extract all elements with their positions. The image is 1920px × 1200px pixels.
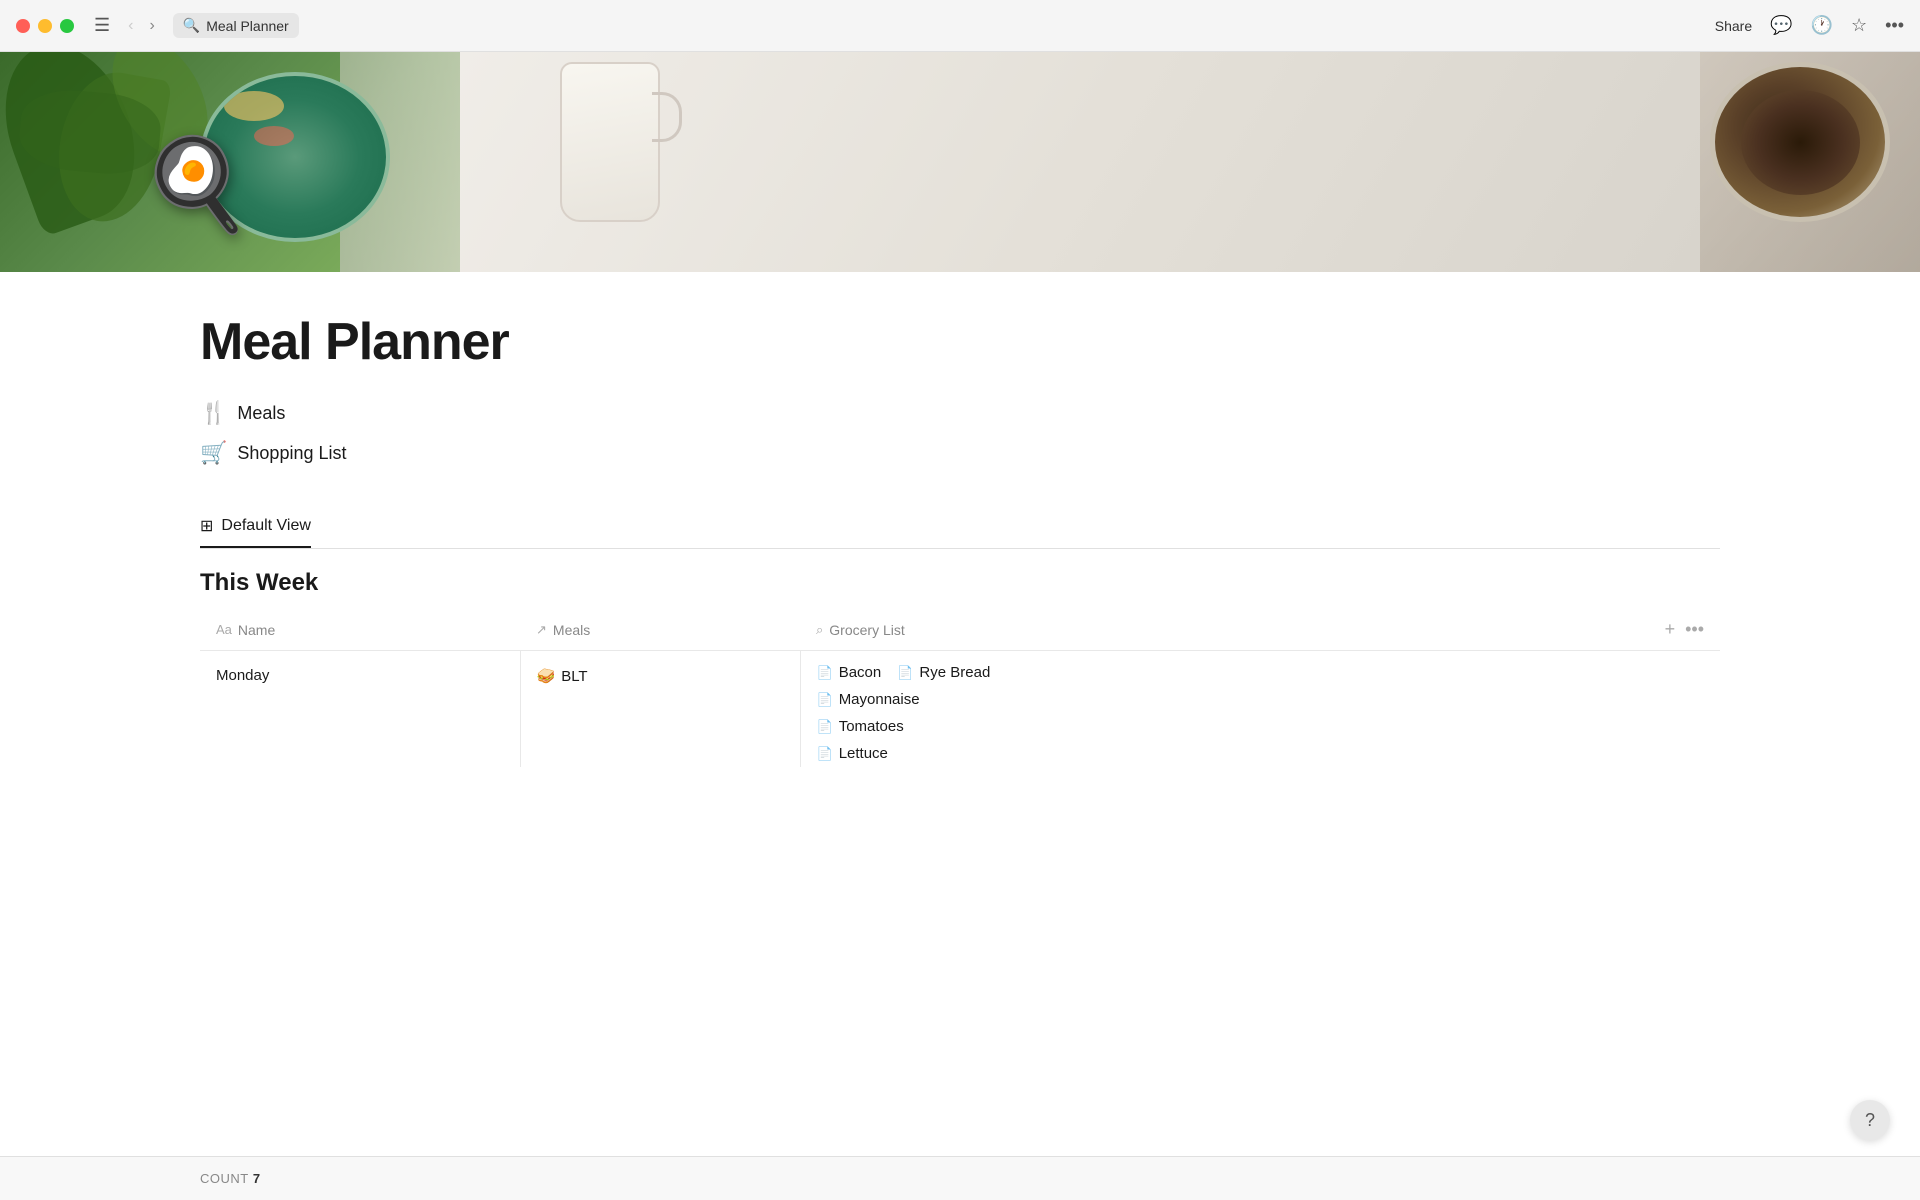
tab-default-view[interactable]: ⊞ Default View xyxy=(200,506,311,548)
count-label: COUNT xyxy=(200,1171,249,1186)
doc-icon: 📄 xyxy=(817,665,833,681)
doc-icon-3: 📄 xyxy=(817,692,833,708)
meal-emoji: 🥪 xyxy=(537,667,556,685)
grocery-inline-row: 📄 Bacon 📄 Rye Bread xyxy=(817,659,1705,686)
doc-icon-4: 📄 xyxy=(817,719,833,735)
grocery-item-mayonnaise[interactable]: 📄 Mayonnaise xyxy=(817,686,1705,713)
bookmark-icon[interactable]: ☆ xyxy=(1851,15,1867,36)
grocery-item-lettuce-label: Lettuce xyxy=(839,745,888,762)
history-icon[interactable]: 🕐 xyxy=(1811,15,1833,36)
col-name-header: Aa Name xyxy=(200,609,520,651)
nav-link-meals[interactable]: 🍴 Meals xyxy=(200,400,1720,426)
table-row: Monday 🥪 BLT 📄 xyxy=(200,651,1720,768)
grocery-item-rye-bread-label: Rye Bread xyxy=(919,664,990,681)
grocery-item-mayo-label: Mayonnaise xyxy=(839,691,920,708)
page-title-label: Meal Planner xyxy=(206,18,289,34)
table-icon: ⊞ xyxy=(200,516,213,536)
hamburger-icon[interactable]: ☰ xyxy=(94,15,110,36)
col-meals-label: Meals xyxy=(553,622,590,638)
grocery-item-tomatoes-label: Tomatoes xyxy=(839,718,904,735)
meals-col-icon: ↗ xyxy=(536,622,547,638)
tabs-area: ⊞ Default View xyxy=(200,506,1720,549)
tab-default-view-label: Default View xyxy=(221,517,311,535)
row-meals-cell: 🥪 BLT xyxy=(520,651,800,768)
grocery-col-icon: ⌕ xyxy=(816,622,823,638)
row-name-cell: Monday xyxy=(200,651,520,768)
forward-arrow-icon[interactable]: › xyxy=(143,15,160,37)
section-heading: This Week xyxy=(200,549,1720,609)
nav-links: 🍴 Meals 🛒 Shopping List xyxy=(200,400,1720,466)
meals-icon: 🍴 xyxy=(200,400,227,426)
nav-arrows: ‹ › xyxy=(122,15,161,37)
hero-spice-bowl xyxy=(1710,62,1890,222)
titlebar-right: Share 💬 🕐 ☆ ••• xyxy=(1715,15,1904,36)
grocery-item-rye-bread[interactable]: 📄 Rye Bread xyxy=(897,659,990,686)
minimize-button[interactable] xyxy=(38,19,52,33)
grocery-item-bacon[interactable]: 📄 Bacon xyxy=(817,659,882,686)
grocery-item-lettuce[interactable]: 📄 Lettuce xyxy=(817,740,1705,767)
grocery-item-bacon-label: Bacon xyxy=(839,664,882,681)
back-arrow-icon[interactable]: ‹ xyxy=(122,15,139,37)
col-grocery-label: Grocery List xyxy=(829,622,904,638)
doc-icon-5: 📄 xyxy=(817,746,833,762)
nav-link-shopping-label: Shopping List xyxy=(237,443,346,464)
help-icon: ? xyxy=(1865,1110,1875,1131)
grocery-item-tomatoes[interactable]: 📄 Tomatoes xyxy=(817,713,1705,740)
close-button[interactable] xyxy=(16,19,30,33)
add-column-button[interactable]: + xyxy=(1665,619,1676,640)
share-button[interactable]: Share xyxy=(1715,18,1752,34)
search-icon: 🔍 xyxy=(183,17,200,34)
shopping-icon: 🛒 xyxy=(200,440,227,466)
egg-pan-icon: 🍳 xyxy=(140,132,252,237)
row-grocery-cell: 📄 Bacon 📄 Rye Bread 📄 Mayonnaise xyxy=(800,651,1720,768)
maximize-button[interactable] xyxy=(60,19,74,33)
nav-link-meals-label: Meals xyxy=(237,403,285,424)
data-table: Aa Name ↗ Meals ⌕ Grocery List + xyxy=(200,609,1720,767)
more-icon[interactable]: ••• xyxy=(1885,15,1904,36)
nav-link-shopping[interactable]: 🛒 Shopping List xyxy=(200,440,1720,466)
main-content: Meal Planner 🍴 Meals 🛒 Shopping List ⊞ D… xyxy=(0,272,1920,549)
name-col-icon: Aa xyxy=(216,622,232,637)
col-name-label: Name xyxy=(238,622,275,638)
table-section: This Week Aa Name ↗ Meals xyxy=(0,549,1920,767)
table-header: Aa Name ↗ Meals ⌕ Grocery List + xyxy=(200,609,1720,651)
count-bar: COUNT 7 xyxy=(0,1156,1920,1200)
meal-name: BLT xyxy=(561,668,587,685)
row-day-label: Monday xyxy=(216,651,504,700)
col-grocery-header: ⌕ Grocery List + ••• xyxy=(800,609,1720,651)
meal-tag[interactable]: 🥪 BLT xyxy=(537,667,588,685)
column-options-button[interactable]: ••• xyxy=(1685,619,1704,640)
comment-icon[interactable]: 💬 xyxy=(1770,15,1792,36)
hero-counter-area xyxy=(460,52,1700,272)
count-value: 7 xyxy=(253,1171,261,1186)
help-button[interactable]: ? xyxy=(1850,1100,1890,1140)
hero-image: 🍳 xyxy=(0,52,1920,272)
traffic-lights xyxy=(16,19,74,33)
search-area[interactable]: 🔍 Meal Planner xyxy=(173,13,299,38)
col-meals-header: ↗ Meals xyxy=(520,609,800,651)
titlebar: ☰ ‹ › 🔍 Meal Planner Share 💬 🕐 ☆ ••• xyxy=(0,0,1920,52)
doc-icon-2: 📄 xyxy=(897,665,913,681)
page-heading: Meal Planner xyxy=(200,312,1720,372)
